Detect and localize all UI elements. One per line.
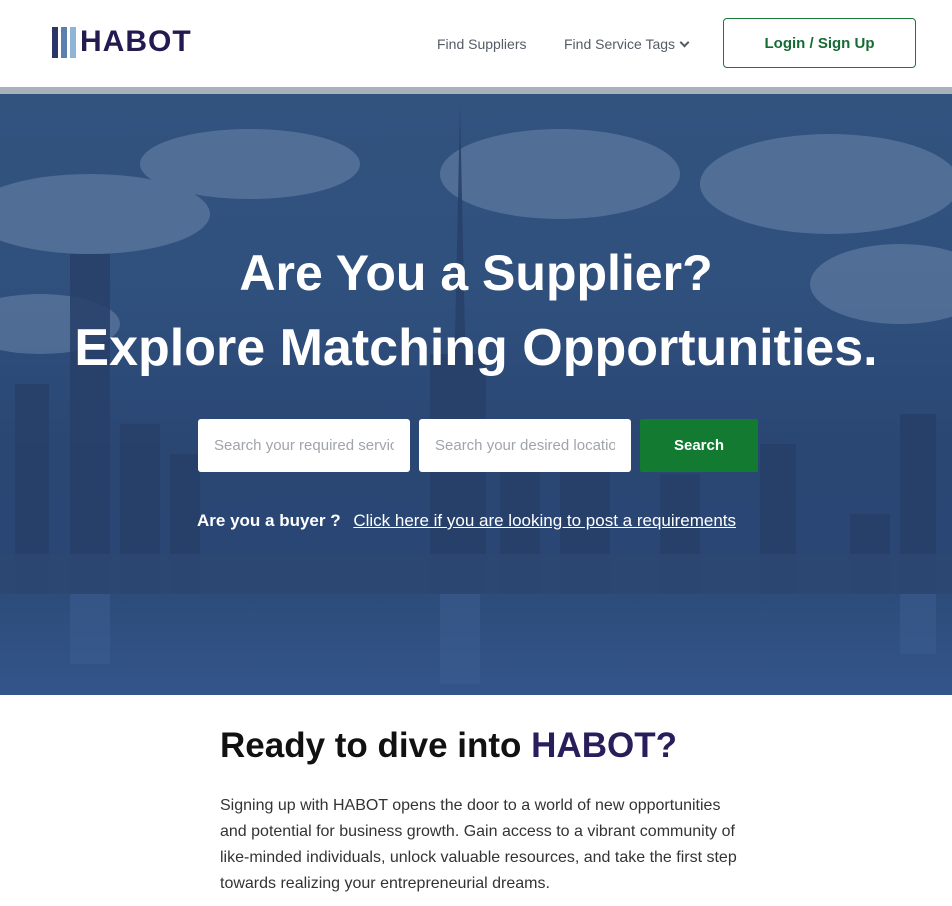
login-signup-button[interactable]: Login / Sign Up	[723, 18, 916, 68]
nav-find-service-tags[interactable]: Find Service Tags	[564, 35, 690, 53]
location-search-input[interactable]	[419, 419, 631, 472]
nav-find-suppliers[interactable]: Find Suppliers	[437, 35, 527, 53]
habot-logo[interactable]: HABOT	[52, 26, 192, 58]
buyer-prompt: Are you a buyer ? Click here if you are …	[197, 510, 736, 532]
site-header: HABOT Find Suppliers Find Service Tags L…	[0, 0, 952, 87]
hero-title: Are You a Supplier?	[239, 245, 713, 301]
hero-banner: Are You a Supplier? Explore Matching Opp…	[0, 94, 952, 695]
section-body: Signing up with HABOT opens the door to …	[220, 797, 737, 892]
search-button[interactable]: Search	[640, 419, 758, 472]
chevron-down-icon	[679, 37, 690, 47]
section-title-prefix: Ready to dive into	[220, 726, 532, 765]
logo-text: HABOT	[80, 25, 192, 58]
city-skyline-background	[0, 104, 952, 695]
nav-find-service-tags-label: Find Service Tags	[564, 36, 676, 52]
buyer-question: Are you a buyer ?	[197, 511, 341, 530]
header-divider	[0, 87, 952, 94]
section-title: Ready to dive into HABOT?	[220, 724, 677, 768]
section-title-brand: HABOT?	[531, 726, 677, 765]
vertical-bars-logo-icon	[52, 26, 76, 58]
post-requirement-link[interactable]: Click here if you are looking to post a …	[353, 511, 736, 530]
service-search-input[interactable]	[198, 419, 410, 472]
hero-subtitle: Explore Matching Opportunities.	[74, 319, 878, 377]
